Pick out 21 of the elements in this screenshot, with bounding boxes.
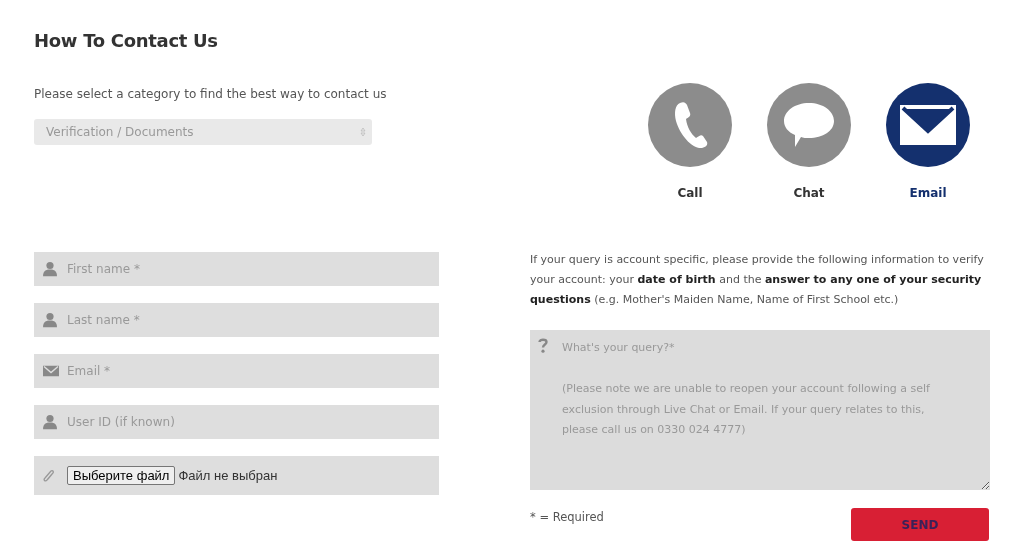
required-note: * = Required: [530, 510, 604, 524]
envelope-icon: [900, 105, 956, 145]
speech-bubble-icon: [783, 102, 835, 148]
method-label: Chat: [793, 186, 825, 200]
category-prompt: Please select a category to find the best way to contact us: [34, 87, 388, 101]
input-field[interactable]: Last name *: [34, 303, 439, 337]
category-dropdown[interactable]: Verification / Documents: [34, 119, 372, 145]
method-label: Call: [677, 186, 703, 200]
page-title: How To Contact Us: [34, 30, 219, 51]
dropdown-arrows-icon: [360, 127, 366, 137]
choose-file-button[interactable]: Выберите файл: [67, 466, 176, 485]
info-paragraph: If your query is account specific, please provide the following information to verify your account: your date of birth and the answer to any one of your security questions (e.g. Mother's Maiden Name, Name of First School etc.): [530, 252, 985, 308]
paperclip-icon: [43, 468, 55, 483]
input-field[interactable]: First name *: [34, 252, 439, 286]
send-button[interactable]: SEND: [851, 508, 989, 541]
phone-icon: [672, 101, 708, 149]
file-status: Файл не выбран: [178, 468, 278, 483]
method-label: Email: [909, 186, 947, 200]
input-field[interactable]: User ID (if known): [34, 405, 439, 439]
input-field[interactable]: Email *: [34, 354, 439, 388]
query-field[interactable]: What's your query?* (Please note we are unable to reopen your account following a self exclusion through Live Chat or Email. If your query relates to this, please call us on 0330 024 4777): [530, 330, 990, 490]
